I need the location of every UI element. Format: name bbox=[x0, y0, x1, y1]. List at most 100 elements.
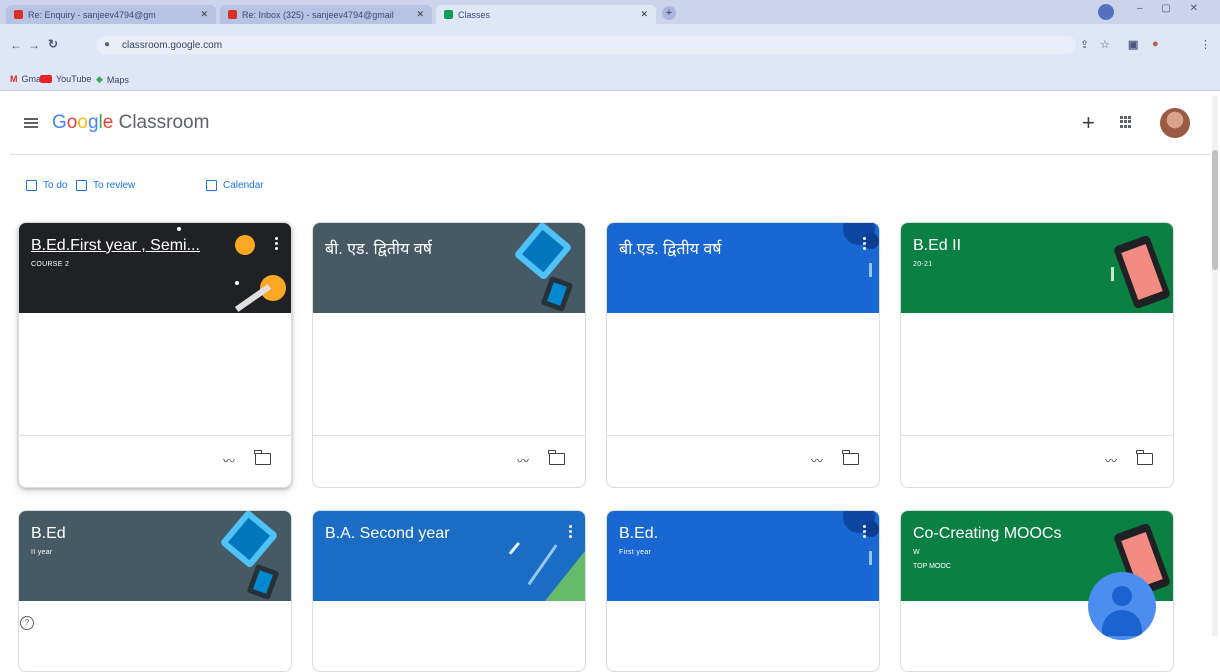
folder-icon[interactable] bbox=[1136, 450, 1153, 465]
close-icon[interactable]: ✕ bbox=[416, 9, 424, 20]
google-apps-icon[interactable] bbox=[1120, 116, 1132, 128]
browser-tab[interactable]: Re: Enquiry - sanjeev4794@gm ✕ bbox=[6, 5, 216, 24]
extensions-icon[interactable]: ▣ bbox=[1128, 38, 1138, 51]
bookmarks-bar bbox=[0, 68, 1220, 91]
class-card[interactable]: बी. एड. द्वितीय वर्ष 〰 bbox=[312, 222, 586, 488]
window-controls[interactable]: – ▢ ✕ bbox=[1137, 3, 1206, 14]
add-class-button[interactable]: + bbox=[1082, 110, 1095, 136]
bookmark-maps[interactable]: ◆ Maps bbox=[96, 74, 129, 85]
class-card-banner[interactable]: बी. एड. द्वितीय वर्ष bbox=[313, 223, 585, 313]
bookmark-label: Maps bbox=[106, 74, 129, 85]
logo-letter: g bbox=[87, 112, 99, 133]
classroom-favicon-icon bbox=[444, 10, 453, 19]
class-title[interactable]: बी. एड. द्वितीय वर्ष bbox=[325, 237, 432, 259]
bookmark-star-icon[interactable]: ☆ bbox=[1100, 38, 1110, 51]
class-title[interactable]: B.Ed.First year , Semi... bbox=[31, 237, 200, 255]
quick-link-label: To do bbox=[43, 180, 68, 191]
class-section: First year bbox=[619, 549, 652, 556]
youtube-icon bbox=[40, 75, 52, 83]
person-icon-body bbox=[1102, 610, 1142, 636]
class-card[interactable]: B.Ed II year bbox=[18, 510, 292, 672]
class-card-banner[interactable]: बी.एड. द्वितीय वर्ष bbox=[607, 223, 879, 313]
forward-icon[interactable]: → bbox=[28, 38, 40, 52]
to-do-link[interactable]: To do bbox=[26, 180, 67, 191]
browser-tab[interactable]: Re: Inbox (325) - sanjeev4794@gmail ✕ bbox=[220, 5, 432, 24]
browser-menu-icon[interactable]: ⋮ bbox=[1200, 38, 1211, 51]
product-name: Classroom bbox=[118, 112, 210, 133]
account-icon[interactable]: ● bbox=[1152, 38, 1159, 50]
scrollbar-thumb[interactable] bbox=[1212, 150, 1218, 270]
class-section: 20-21 bbox=[913, 261, 933, 268]
review-icon bbox=[76, 180, 87, 191]
folder-icon[interactable] bbox=[548, 450, 565, 465]
quick-link-label: Calendar bbox=[223, 180, 264, 191]
class-card-banner[interactable]: B.Ed.First year , Semi... COURSE 2 bbox=[19, 223, 291, 313]
browser-tab-label: Re: Inbox (325) - sanjeev4794@gmail bbox=[242, 9, 394, 20]
calendar-icon bbox=[206, 180, 217, 191]
help-icon[interactable]: ? bbox=[20, 616, 34, 630]
more-options-icon[interactable] bbox=[861, 525, 867, 540]
new-tab-button[interactable]: + bbox=[662, 6, 676, 20]
class-card[interactable]: B.Ed.First year , Semi... COURSE 2 〰 bbox=[18, 222, 292, 488]
class-card-body bbox=[313, 313, 585, 436]
profile-avatar-button[interactable] bbox=[1088, 572, 1156, 640]
class-card[interactable]: B.A. Second year bbox=[312, 510, 586, 672]
trending-icon[interactable]: 〰 bbox=[517, 452, 529, 469]
close-icon[interactable]: ✕ bbox=[640, 9, 648, 20]
share-icon[interactable]: ⇪ bbox=[1080, 38, 1089, 51]
more-options-icon[interactable] bbox=[567, 525, 573, 540]
logo-letter: G bbox=[52, 112, 67, 133]
folder-icon[interactable] bbox=[842, 450, 859, 465]
trending-icon[interactable]: 〰 bbox=[1105, 452, 1117, 469]
class-title[interactable]: बी.एड. द्वितीय वर्ष bbox=[619, 237, 722, 259]
todo-icon bbox=[26, 180, 37, 191]
class-card-footer: 〰 bbox=[19, 436, 291, 482]
class-section: II year bbox=[31, 549, 53, 556]
class-card-body bbox=[607, 313, 879, 436]
avatar[interactable] bbox=[1160, 108, 1190, 138]
quick-link-label: To review bbox=[93, 180, 136, 191]
class-title[interactable]: B.A. Second year bbox=[325, 525, 450, 543]
class-card-banner[interactable]: B.Ed II 20-21 bbox=[901, 223, 1173, 313]
bookmark-label: YouTube bbox=[56, 74, 92, 84]
trending-icon[interactable]: 〰 bbox=[811, 452, 823, 469]
class-card[interactable]: B.Ed. First year bbox=[606, 510, 880, 672]
calendar-link[interactable]: Calendar bbox=[206, 180, 264, 191]
class-card-footer: 〰 bbox=[313, 436, 585, 482]
close-icon[interactable]: ✕ bbox=[200, 9, 208, 20]
profile-icon[interactable] bbox=[1098, 4, 1114, 20]
classroom-logo[interactable]: Google Classroom bbox=[52, 112, 209, 134]
bookmark-youtube[interactable]: YouTube bbox=[40, 74, 91, 84]
class-card-banner[interactable]: B.Ed. First year bbox=[607, 511, 879, 601]
class-card-body bbox=[901, 313, 1173, 436]
reload-icon[interactable]: ↻ bbox=[48, 37, 58, 51]
browser-tab-label: Re: Enquiry - sanjeev4794@gm bbox=[28, 9, 156, 20]
class-card-banner[interactable]: B.A. Second year bbox=[313, 511, 585, 601]
address-bar[interactable] bbox=[96, 36, 1076, 54]
class-section: COURSE 2 bbox=[31, 261, 70, 268]
more-options-icon[interactable] bbox=[861, 237, 867, 252]
class-title[interactable]: B.Ed II bbox=[913, 237, 961, 255]
class-card-banner[interactable]: B.Ed II year bbox=[19, 511, 291, 601]
lock-icon: ● bbox=[104, 39, 111, 50]
to-review-link[interactable]: To review bbox=[76, 180, 135, 191]
logo-letter: e bbox=[102, 112, 114, 133]
class-title[interactable]: Co-Creating MOOCs bbox=[913, 525, 1061, 543]
gmail-favicon-icon bbox=[14, 10, 23, 19]
class-card[interactable]: बी.एड. द्वितीय वर्ष 〰 bbox=[606, 222, 880, 488]
person-icon bbox=[1112, 586, 1132, 606]
address-url[interactable]: classroom.google.com bbox=[122, 40, 222, 51]
logo-letter: o bbox=[77, 112, 88, 133]
more-options-icon[interactable] bbox=[273, 237, 279, 252]
browser-tab-active[interactable]: Classes ✕ bbox=[436, 5, 656, 24]
gmail-favicon-icon bbox=[228, 10, 237, 19]
folder-icon[interactable] bbox=[254, 450, 271, 465]
trending-icon[interactable]: 〰 bbox=[223, 452, 235, 469]
back-icon[interactable]: ← bbox=[10, 38, 22, 52]
class-card-footer: 〰 bbox=[607, 436, 879, 482]
class-card[interactable]: B.Ed II 20-21 〰 bbox=[900, 222, 1174, 488]
main-menu-icon[interactable] bbox=[24, 118, 38, 128]
class-section: W bbox=[913, 549, 920, 556]
class-title[interactable]: B.Ed. bbox=[619, 525, 658, 543]
class-title[interactable]: B.Ed bbox=[31, 525, 66, 543]
